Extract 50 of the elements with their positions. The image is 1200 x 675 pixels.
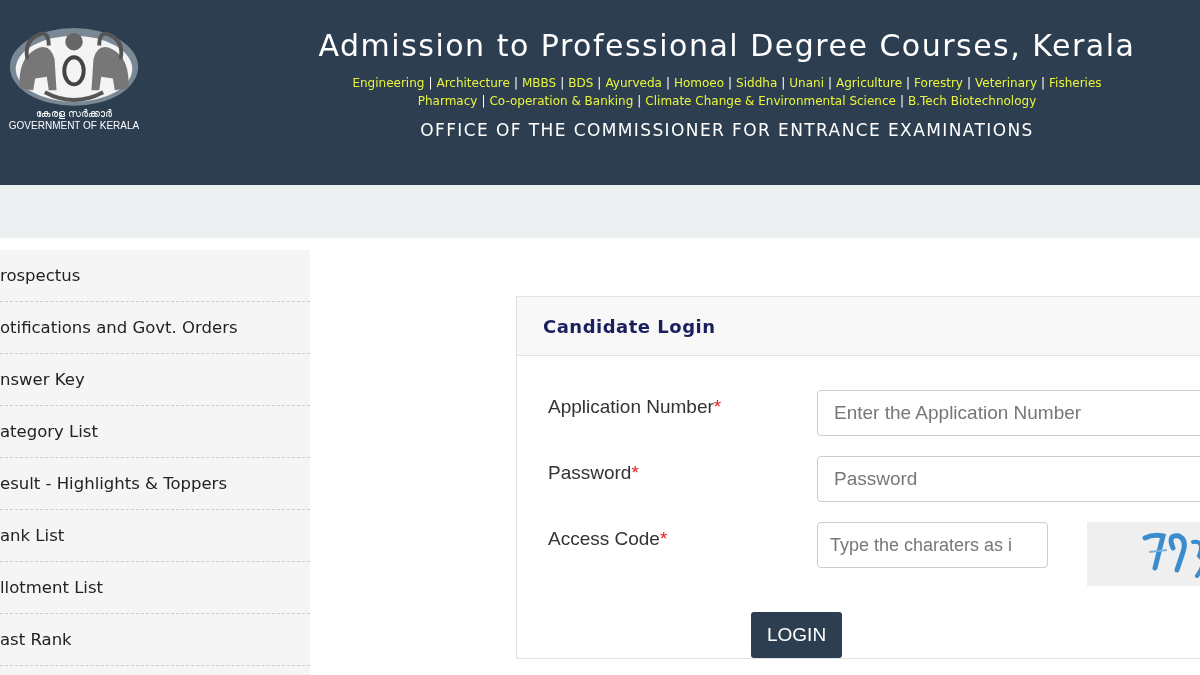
course-link[interactable]: B.Tech Biotechnology <box>907 94 1037 108</box>
field-label: Access Code* <box>548 528 669 550</box>
separator: | <box>728 76 733 90</box>
sidebar-item[interactable]: ank List <box>0 510 310 562</box>
field-label: Password* <box>548 462 640 484</box>
course-link[interactable]: Unani <box>789 76 824 90</box>
separator: | <box>966 76 971 90</box>
login-button[interactable]: LOGIN <box>751 612 843 658</box>
emblem-caption: GOVERNMENT OF KERALA <box>8 120 140 132</box>
separator: | <box>637 94 642 108</box>
sidebar-item[interactable]: ategory List <box>0 406 310 458</box>
sidebar-item[interactable]: rospectus <box>0 250 310 302</box>
separator: | <box>1041 76 1046 90</box>
course-link[interactable]: Siddha <box>736 76 778 90</box>
input-field[interactable]: Password <box>817 456 1200 502</box>
sidebar-item[interactable]: nswer Key <box>0 354 310 406</box>
input-field[interactable]: Type the charaters as i <box>817 522 1048 568</box>
course-link[interactable]: Forestry <box>914 76 963 90</box>
separator: | <box>665 76 670 90</box>
sidebar-item[interactable]: llotment List <box>0 562 310 614</box>
separator: | <box>899 94 904 108</box>
course-link[interactable]: Pharmacy <box>417 94 478 108</box>
separator: | <box>481 94 486 108</box>
course-link[interactable]: Engineering <box>352 76 425 90</box>
separator: | <box>906 76 911 90</box>
course-link[interactable]: Ayurveda <box>605 76 662 90</box>
separator: | <box>428 76 433 90</box>
input-field[interactable]: Enter the Application Number <box>817 390 1200 436</box>
separator: | <box>781 76 786 90</box>
card-title: Candidate Login <box>543 315 716 337</box>
course-link[interactable]: Climate Change & Environmental Science <box>645 94 896 108</box>
emblem-caption: കേരള സർക്കാർ <box>35 108 113 120</box>
course-link[interactable]: Co-operation & Banking <box>489 94 634 108</box>
course-link[interactable]: MBBS <box>521 76 557 90</box>
separator: | <box>597 76 602 90</box>
course-link[interactable]: Agriculture <box>836 76 903 90</box>
site-subtitle: OFFICE OF THE COMMISSIONER FOR ENTRANCE EXAMINATIONS <box>420 120 1034 140</box>
sidebar-item[interactable]: otifications and Govt. Orders <box>0 302 310 354</box>
course-link[interactable]: Homoeo <box>673 76 725 90</box>
separator: | <box>513 76 518 90</box>
separator: | <box>560 76 565 90</box>
course-link[interactable]: Architecture <box>436 76 510 90</box>
site-title: Admission to Professional Degree Courses, Kerala <box>318 27 1136 65</box>
course-link[interactable]: BDS <box>568 76 594 90</box>
separator: | <box>828 76 833 90</box>
course-link[interactable]: Veterinary <box>975 76 1038 90</box>
sidebar-item[interactable]: esult - Highlights & Toppers <box>0 458 310 510</box>
sidebar-item[interactable]: ast Rank <box>0 614 310 666</box>
course-link[interactable]: Fisheries <box>1049 76 1102 90</box>
field-label: Application Number* <box>548 396 723 418</box>
